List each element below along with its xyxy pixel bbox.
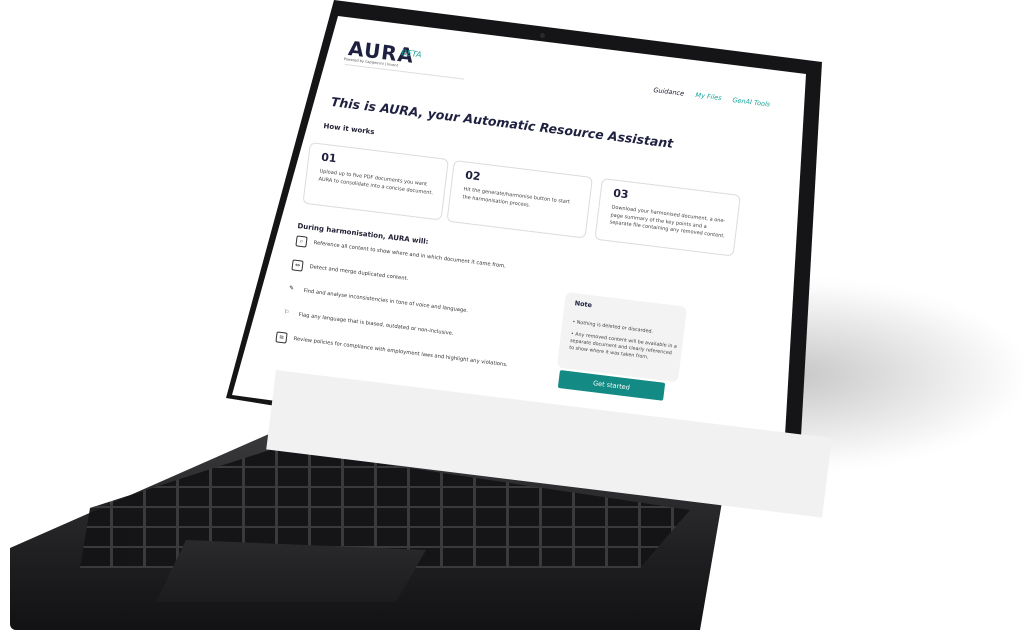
nav-my-files[interactable]: My Files: [695, 91, 722, 102]
how-it-works-heading: How it works: [323, 122, 375, 137]
step-description: Hit the generate/harmonise button to sta…: [462, 186, 571, 209]
step-card-1: 01 Upload up to five PDF documents you w…: [302, 142, 449, 221]
note-panel: Note • Nothing is deleted or discarded. …: [556, 292, 688, 383]
flag-icon: ⚐: [283, 308, 290, 317]
step-card-3: 03 Download your harmonised document, a …: [594, 178, 741, 257]
trackpad: [156, 540, 426, 602]
feature-item: Detect and merge duplicated content.: [309, 264, 409, 283]
feature-item: Flag any language that is biased, outdat…: [298, 312, 454, 337]
reference-icon: ⌕: [295, 235, 308, 248]
step-description: Upload up to five PDF documents you want…: [318, 168, 434, 196]
nav-guidance[interactable]: Guidance: [653, 86, 685, 98]
merge-icon: ⇔: [291, 259, 304, 272]
note-title: Note: [574, 299, 593, 310]
feature-item: Find and analyse inconsistencies in tone…: [303, 288, 469, 315]
page-title: This is AURA, your Automatic Resource As…: [330, 94, 675, 151]
device-scene: AURA BETA Powered by Capgemini | Invent …: [0, 0, 1024, 642]
step-number: 03: [612, 186, 630, 202]
step-number: 02: [464, 168, 482, 184]
feature-item: Reference all content to show where and …: [313, 240, 507, 270]
policy-icon: ≡: [275, 331, 288, 344]
feature-item: Review policies for compliance with empl…: [293, 336, 508, 369]
aura-app: AURA BETA Powered by Capgemini | Invent …: [266, 20, 832, 518]
analyse-icon: ✎: [288, 284, 295, 293]
nav-genai-tools[interactable]: GenAI Tools: [732, 96, 771, 109]
step-card-2: 02 Hit the generate/harmonise button to …: [446, 160, 593, 239]
step-description: Download your harmonised document, a one…: [609, 204, 726, 240]
step-number: 01: [320, 150, 338, 166]
